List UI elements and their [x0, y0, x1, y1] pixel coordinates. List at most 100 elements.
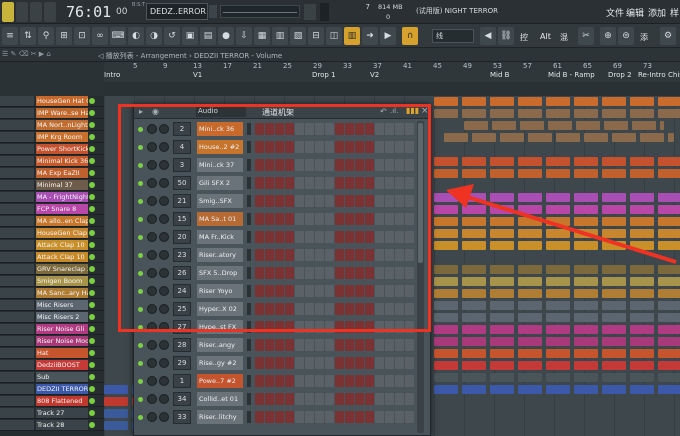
- playlist-clip[interactable]: [518, 289, 542, 298]
- track-mute-led[interactable]: [89, 314, 95, 320]
- channel-row[interactable]: 28 Riser..angy: [134, 337, 430, 354]
- playlist-clip[interactable]: [658, 325, 680, 334]
- step-pad[interactable]: [305, 411, 314, 423]
- playlist-clip[interactable]: [574, 109, 598, 118]
- playlist-clip[interactable]: [490, 313, 514, 322]
- track-mute-led[interactable]: [89, 170, 95, 176]
- track-name[interactable]: IMP Krg Room: [36, 132, 88, 142]
- playlist-clip[interactable]: [574, 169, 598, 178]
- mixer-track-number[interactable]: 33: [173, 410, 191, 424]
- playlist-clip[interactable]: [630, 313, 654, 322]
- mixer-icon[interactable]: ≡: [2, 27, 18, 45]
- track-mute-led[interactable]: [89, 422, 95, 428]
- channel-select-bar[interactable]: [247, 411, 251, 423]
- playlist-clip[interactable]: [490, 373, 514, 382]
- playlist-clip[interactable]: [630, 289, 654, 298]
- playlist-clip[interactable]: [640, 133, 664, 142]
- playlist-clip[interactable]: [658, 97, 680, 106]
- mute-icon[interactable]: ◀: [480, 27, 496, 45]
- track-header[interactable]: 808 Flattened: [0, 396, 104, 407]
- snap-select[interactable]: 线: [432, 29, 474, 43]
- step-pad[interactable]: [335, 357, 344, 369]
- track-name[interactable]: GRV Snareclap 25: [36, 264, 88, 274]
- step-pad[interactable]: [355, 411, 364, 423]
- link-icon[interactable]: ⛓: [498, 27, 514, 45]
- playlist-clip[interactable]: [434, 325, 458, 334]
- track-grip[interactable]: [0, 348, 34, 358]
- playlist-clip[interactable]: [434, 97, 458, 106]
- track-name[interactable]: HouseGen Hat 02: [36, 96, 88, 106]
- playlist-clip[interactable]: [630, 301, 654, 310]
- save-icon[interactable]: ▣: [182, 27, 198, 45]
- track-grip[interactable]: [0, 300, 34, 310]
- track-name[interactable]: Sub: [36, 372, 88, 382]
- step-pad[interactable]: [335, 393, 344, 405]
- playlist-clip[interactable]: [462, 313, 486, 322]
- playlist-clip[interactable]: [658, 337, 680, 346]
- channel-select-bar[interactable]: [247, 393, 251, 405]
- step-pad[interactable]: [265, 339, 274, 351]
- channel-rack-icon[interactable]: ▧: [290, 27, 306, 45]
- playlist-clip[interactable]: [490, 277, 514, 286]
- track-header[interactable]: Smigen Boom: [0, 276, 104, 287]
- ruler-marker[interactable]: Intro: [104, 71, 120, 79]
- step-pad[interactable]: [325, 357, 334, 369]
- render-icon[interactable]: ▤: [200, 27, 216, 45]
- step-pad[interactable]: [315, 357, 324, 369]
- playlist-clip[interactable]: [602, 157, 626, 166]
- playlist-clip[interactable]: [434, 289, 458, 298]
- track-grip[interactable]: [0, 168, 34, 178]
- track-name[interactable]: MA Sanc..ary Hat: [36, 288, 88, 298]
- step-pad[interactable]: [375, 375, 384, 387]
- step-pad[interactable]: [395, 375, 404, 387]
- step-pad[interactable]: [395, 357, 404, 369]
- step-pad[interactable]: [325, 375, 334, 387]
- playlist-clip[interactable]: [546, 385, 570, 394]
- playlist-clip[interactable]: [434, 385, 458, 394]
- pan-knob[interactable]: [147, 412, 157, 422]
- track-header[interactable]: MA Sanc..ary Hat: [0, 288, 104, 299]
- track-mute-led[interactable]: [89, 194, 95, 200]
- playlist-clip[interactable]: [658, 277, 680, 286]
- playlist-clip[interactable]: [462, 373, 486, 382]
- magnet-snap-icon[interactable]: ∩: [402, 27, 418, 45]
- step-pad[interactable]: [315, 339, 324, 351]
- playlist-clip[interactable]: [584, 133, 608, 142]
- step-pad[interactable]: [295, 411, 304, 423]
- record-button[interactable]: [44, 2, 56, 22]
- playlist-clip[interactable]: [462, 289, 486, 298]
- playlist-clip[interactable]: [630, 361, 654, 370]
- playlist-clip[interactable]: [464, 121, 488, 130]
- timeline-ruler[interactable]: 5 9 13 17 21 25 29 33 37 41 45 49 53 57 61 65 69 73 Intro…: [0, 62, 680, 96]
- step-pad[interactable]: [275, 393, 284, 405]
- playlist-clip[interactable]: [434, 277, 458, 286]
- step-pad[interactable]: [285, 411, 294, 423]
- playlist-clip[interactable]: [462, 325, 486, 334]
- track-header[interactable]: Riser Noise Gli: [0, 324, 104, 335]
- playlist-clip[interactable]: [630, 349, 654, 358]
- playlist-clip[interactable]: [546, 313, 570, 322]
- playlist-clip[interactable]: [658, 373, 680, 382]
- track-mute-led[interactable]: [89, 110, 95, 116]
- channel-name-button[interactable]: Riser..litchy: [197, 410, 243, 424]
- loop-record-icon[interactable]: ⊞: [56, 27, 72, 45]
- track-header[interactable]: MA - FrightNight: [0, 192, 104, 203]
- track-mute-led[interactable]: [89, 350, 95, 356]
- wait-icon[interactable]: ◐: [128, 27, 144, 45]
- track-grip[interactable]: [0, 324, 34, 334]
- typing-keyboard-icon[interactable]: ⌨: [110, 27, 126, 45]
- track-name[interactable]: Riser Noise Gli: [36, 324, 88, 334]
- step-pad[interactable]: [265, 375, 274, 387]
- ruler-marker[interactable]: V1: [193, 71, 202, 79]
- track-header[interactable]: IMP Ware..se Hall: [0, 108, 104, 119]
- track-mute-led[interactable]: [89, 386, 95, 392]
- control-label[interactable]: 控: [520, 32, 528, 43]
- track-grip[interactable]: [0, 408, 34, 418]
- playlist-clip[interactable]: [490, 385, 514, 394]
- step-pad[interactable]: [345, 375, 354, 387]
- step-pad[interactable]: [255, 393, 264, 405]
- step-pad[interactable]: [315, 411, 324, 423]
- playlist-clip[interactable]: [602, 277, 626, 286]
- playlist-clip[interactable]: [574, 157, 598, 166]
- track-grip[interactable]: [0, 204, 34, 214]
